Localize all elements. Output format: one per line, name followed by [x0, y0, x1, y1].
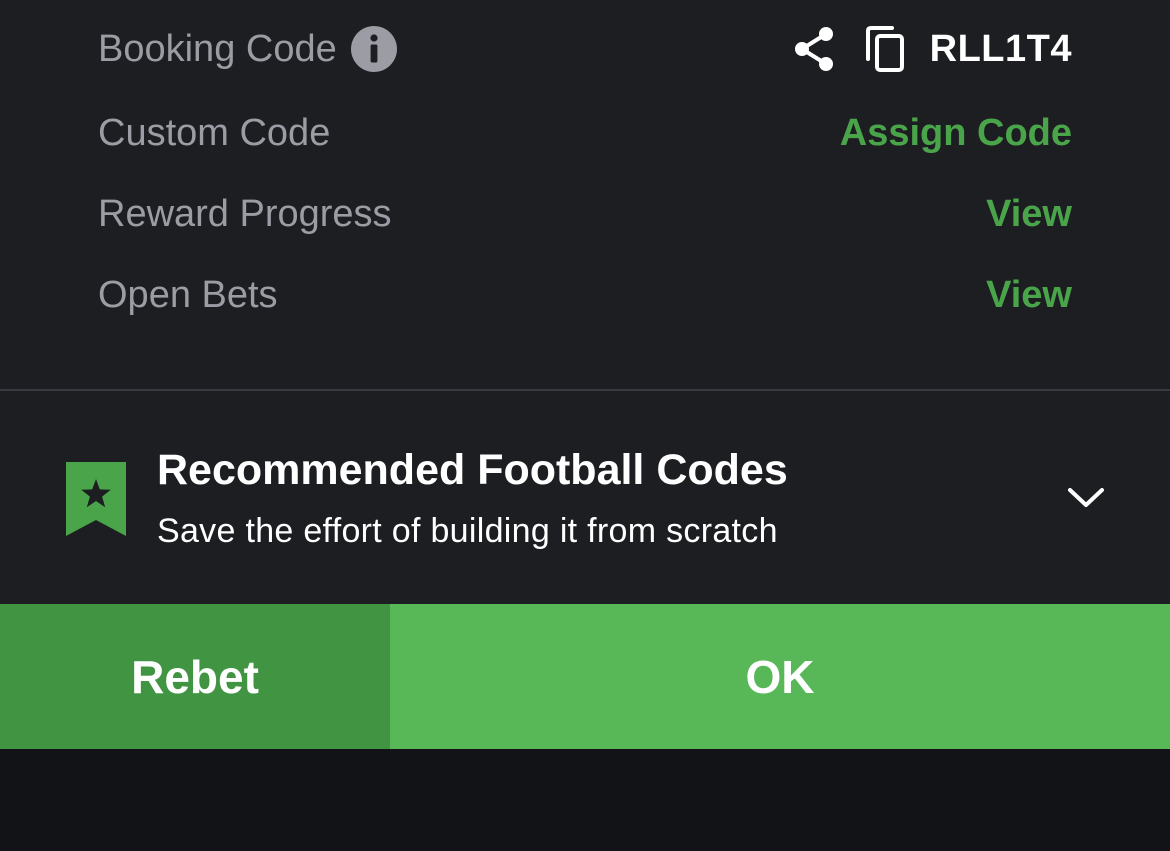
reward-progress-label: Reward Progress: [98, 192, 392, 235]
bookmark-star-icon: [66, 462, 126, 536]
share-icon[interactable]: [792, 25, 836, 73]
action-button-bar: Rebet OK: [0, 604, 1170, 749]
custom-code-label: Custom Code: [98, 111, 331, 154]
open-bets-label: Open Bets: [98, 273, 278, 316]
bottom-safe-area: [0, 749, 1170, 851]
booking-code-label: Booking Code: [98, 27, 337, 70]
assign-code-link[interactable]: Assign Code: [840, 112, 1072, 155]
booking-code-value[interactable]: RLL1T4: [930, 28, 1072, 71]
recommended-codes-section[interactable]: Recommended Football Codes Save the effo…: [0, 391, 1170, 603]
custom-code-row: Custom Code Assign Code: [98, 103, 1072, 163]
recommended-codes-title: Recommended Football Codes: [157, 446, 788, 494]
open-bets-row: Open Bets View: [98, 265, 1072, 325]
booking-code-actions: RLL1T4: [792, 25, 1072, 73]
ok-button[interactable]: OK: [390, 604, 1170, 749]
reward-progress-row: Reward Progress View: [98, 184, 1072, 244]
reward-progress-view-link[interactable]: View: [986, 193, 1072, 236]
recommended-codes-subtitle: Save the effort of building it from scra…: [157, 512, 778, 550]
chevron-down-icon[interactable]: [1066, 484, 1106, 512]
rebet-button[interactable]: Rebet: [0, 604, 390, 749]
copy-icon[interactable]: [864, 25, 908, 73]
open-bets-view-link[interactable]: View: [986, 274, 1072, 317]
bet-confirmation-panel: Booking Code RLL1T4 Custom Code Assign C…: [0, 0, 1170, 851]
info-icon[interactable]: [350, 26, 397, 72]
booking-code-label-group: Booking Code: [98, 26, 397, 72]
booking-code-row: Booking Code RLL1T4: [98, 19, 1072, 79]
